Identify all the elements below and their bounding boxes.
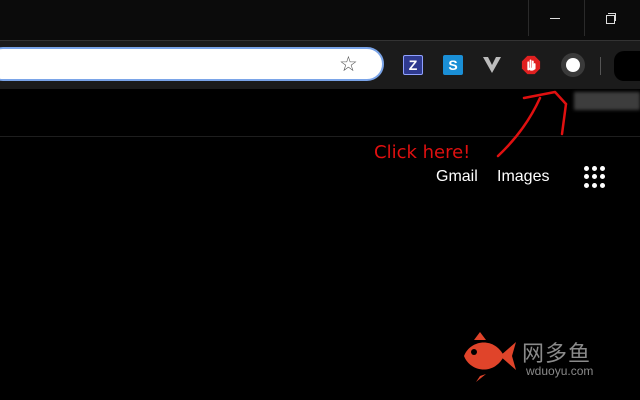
- white-dot-icon: [566, 58, 580, 72]
- toolbar-separator: [600, 57, 601, 75]
- minimize-button[interactable]: [528, 0, 581, 36]
- v-extension-icon[interactable]: [482, 55, 502, 75]
- fish-logo-icon: [464, 332, 516, 382]
- s-extension-icon[interactable]: S: [443, 55, 463, 75]
- restore-button[interactable]: [584, 0, 637, 36]
- title-bar: [0, 0, 640, 40]
- z-extension-icon[interactable]: Z: [403, 55, 423, 75]
- star-icon[interactable]: ☆: [339, 52, 358, 78]
- white-circle-extension-icon[interactable]: [561, 53, 585, 77]
- gmail-link[interactable]: Gmail: [436, 168, 478, 186]
- watermark-url: wduoyu.com: [526, 364, 594, 378]
- restore-icon: [606, 13, 616, 24]
- address-bar[interactable]: ☆: [0, 47, 384, 81]
- click-here-annotation: Click here!: [374, 142, 471, 163]
- images-link[interactable]: Images: [497, 168, 549, 186]
- browser-toolbar: ☆ Z S: [0, 40, 640, 89]
- profile-avatar[interactable]: [614, 51, 640, 81]
- minimize-icon: [550, 17, 560, 19]
- redacted-area: [574, 92, 640, 110]
- stop-hand-extension-icon[interactable]: [521, 55, 541, 75]
- divider: [0, 136, 640, 137]
- apps-grid-icon[interactable]: [584, 166, 606, 188]
